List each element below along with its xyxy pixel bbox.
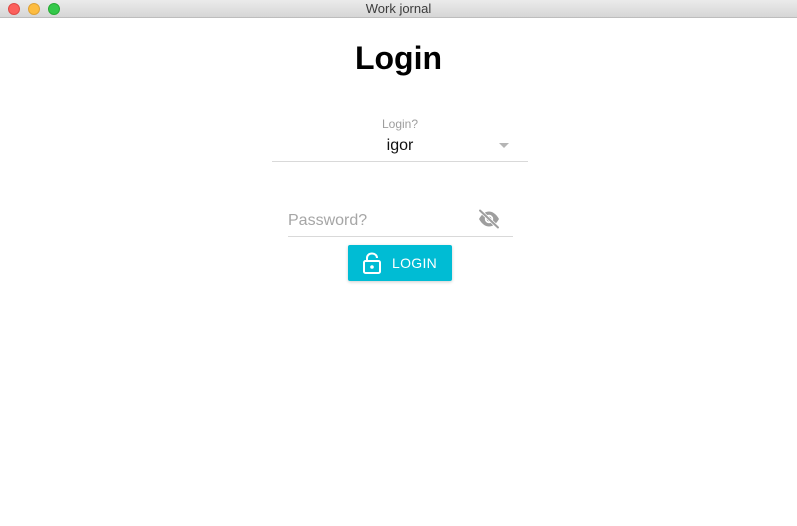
- login-select-value[interactable]: igor: [272, 137, 528, 155]
- chevron-down-icon[interactable]: [499, 143, 509, 148]
- app-window: Work jornal Login Login? igor LOGIN: [0, 0, 797, 526]
- page-title: Login: [354, 40, 443, 76]
- login-select-label: Login?: [381, 117, 419, 131]
- eye-off-icon[interactable]: [477, 208, 501, 230]
- password-field[interactable]: [288, 202, 513, 237]
- lock-open-icon: [362, 252, 382, 274]
- password-input[interactable]: [288, 210, 468, 232]
- login-button-label: LOGIN: [392, 255, 438, 271]
- login-button[interactable]: LOGIN: [348, 245, 452, 281]
- title-bar[interactable]: Work jornal: [0, 0, 797, 18]
- window-title: Work jornal: [365, 1, 432, 16]
- login-select[interactable]: Login? igor: [272, 112, 528, 162]
